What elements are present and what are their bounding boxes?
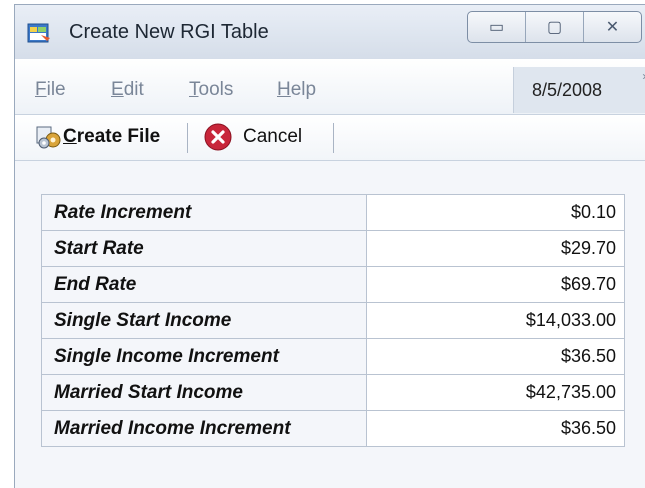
field-value-input[interactable]: $29.70 <box>366 230 625 267</box>
field-value-input[interactable]: $0.10 <box>366 194 625 231</box>
form-content: Rate Increment $0.10 Start Rate $29.70 E… <box>15 162 645 488</box>
toolbar: Create File Cancel <box>15 115 645 161</box>
date-value: 8/5/2008 <box>532 80 603 100</box>
menu-bar: File Edit Tools Help 8/5/2008 » <box>15 59 645 115</box>
rgi-fields-table: Rate Increment $0.10 Start Rate $29.70 E… <box>41 194 625 447</box>
minimize-icon: ▭ <box>488 19 505 36</box>
gear-file-icon <box>35 123 63 151</box>
field-label: Start Rate <box>41 230 367 267</box>
field-value-input[interactable]: $36.50 <box>366 338 625 375</box>
create-file-label: Create File <box>63 126 161 147</box>
table-row: End Rate $69.70 <box>41 266 625 303</box>
close-button[interactable]: ✕ <box>584 12 641 42</box>
window-controls: ▭ ▢ ✕ <box>467 11 642 43</box>
field-label: Rate Increment <box>41 194 367 231</box>
table-row: Married Income Increment $36.50 <box>41 410 625 447</box>
field-label: Married Start Income <box>41 374 367 411</box>
create-file-button[interactable]: Create File <box>35 119 160 155</box>
field-label: Married Income Increment <box>41 410 367 447</box>
title-bar[interactable]: Create New RGI Table ▭ ▢ ✕ <box>15 5 645 59</box>
maximize-icon: ▢ <box>546 19 563 36</box>
field-value-input[interactable]: $69.70 <box>366 266 625 303</box>
cancel-x-icon <box>203 122 233 152</box>
field-value-input[interactable]: $42,735.00 <box>366 374 625 411</box>
window-title: Create New RGI Table <box>69 21 269 43</box>
table-row: Start Rate $29.70 <box>41 230 625 267</box>
close-icon: ✕ <box>605 19 620 36</box>
field-label: Single Income Increment <box>41 338 367 375</box>
menu-edit[interactable]: Edit <box>111 79 144 101</box>
date-display: 8/5/2008 » <box>513 67 645 113</box>
create-rgi-table-window: Create New RGI Table ▭ ▢ ✕ File Edit Too… <box>14 4 645 488</box>
table-app-icon <box>27 21 51 45</box>
maximize-button[interactable]: ▢ <box>526 12 584 42</box>
toolbar-separator <box>333 123 334 153</box>
menu-file[interactable]: File <box>35 79 66 101</box>
cancel-label: Cancel <box>243 126 303 147</box>
field-value-input[interactable]: $14,033.00 <box>366 302 625 339</box>
minimize-button[interactable]: ▭ <box>468 12 526 42</box>
menu-tools[interactable]: Tools <box>189 79 233 101</box>
field-label: End Rate <box>41 266 367 303</box>
table-row: Married Start Income $42,735.00 <box>41 374 625 411</box>
toolbar-separator <box>187 123 188 153</box>
menu-help[interactable]: Help <box>277 79 316 101</box>
cancel-button[interactable]: Cancel <box>203 119 302 155</box>
table-row: Single Income Increment $36.50 <box>41 338 625 375</box>
field-label: Single Start Income <box>41 302 367 339</box>
field-value-input[interactable]: $36.50 <box>366 410 625 447</box>
table-row: Rate Increment $0.10 <box>41 194 625 231</box>
table-row: Single Start Income $14,033.00 <box>41 302 625 339</box>
